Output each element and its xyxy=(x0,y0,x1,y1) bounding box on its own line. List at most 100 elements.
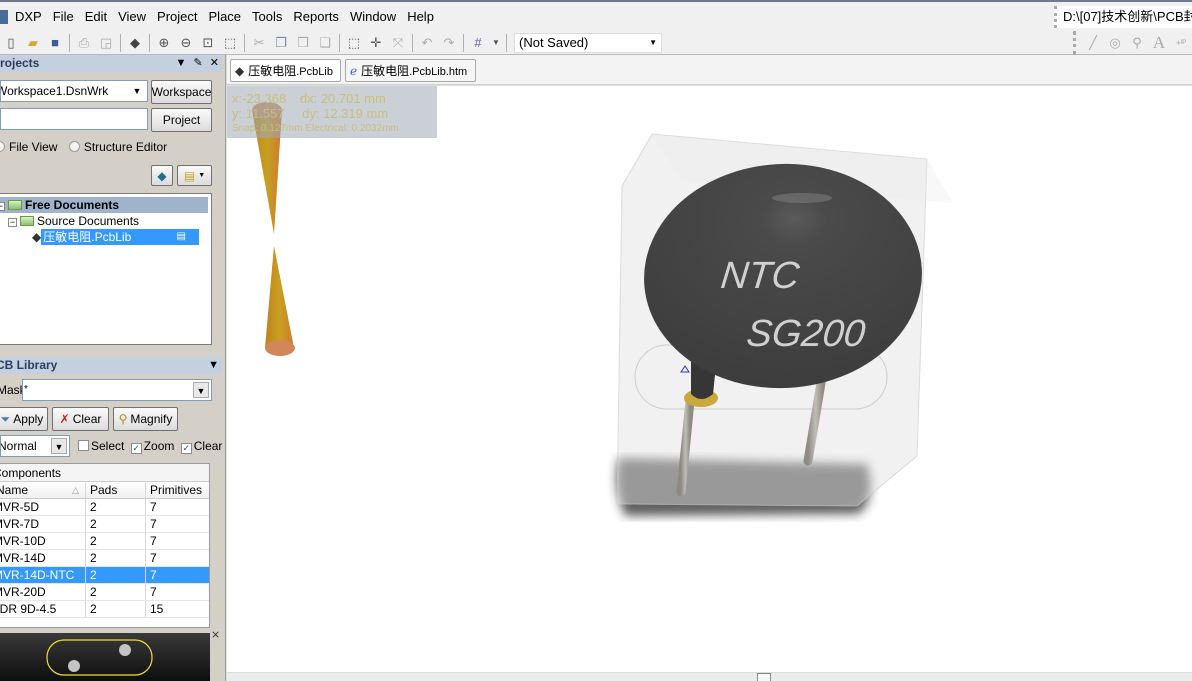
panel-menu-chevron-icon[interactable]: ▼ xyxy=(208,357,219,374)
collapse-icon[interactable]: − xyxy=(0,202,5,211)
mode-select[interactable]: Normal ▼ xyxy=(0,435,70,457)
clear-existing-checkbox[interactable]: ✓Clear Existing xyxy=(180,439,226,454)
option-checkboxes: Select ✓Zoom ✓Clear Existing xyxy=(78,439,226,454)
menu-view[interactable]: View xyxy=(115,9,154,24)
chevron-down-icon: ▼ xyxy=(198,172,206,179)
horizontal-scrollbar[interactable] xyxy=(227,672,1192,681)
coordinate-icon[interactable]: +ᴵᴾ xyxy=(1172,34,1190,52)
document-icon: ▤ xyxy=(176,231,186,242)
component-primitives-cell-text: 7 xyxy=(150,551,157,565)
menu-tools[interactable]: Tools xyxy=(249,9,290,24)
3d-view-icon[interactable]: ◆ xyxy=(126,34,144,52)
component-row[interactable]: MVR-14D 2 7 xyxy=(0,550,209,567)
file-view-radio[interactable]: File View xyxy=(0,140,57,154)
line-icon[interactable]: ╱ xyxy=(1084,34,1102,52)
scrollbar-thumb[interactable] xyxy=(757,673,771,681)
tree-item-pcblib-file[interactable]: ◆ 压敏电阻.PcbLib ▤ xyxy=(32,229,208,245)
workspace-combo[interactable]: Workspace1.DsnWrk ▼ xyxy=(0,80,148,102)
copy-icon[interactable]: ❐ xyxy=(272,34,290,52)
component-row[interactable]: LDR 9D-4.5 2 15 xyxy=(0,601,209,618)
component-row[interactable]: MVR-20D 2 7 xyxy=(0,584,209,601)
component-row[interactable]: MVR-10D 2 7 xyxy=(0,533,209,550)
menu-window[interactable]: Window xyxy=(347,9,404,24)
compile-button[interactable]: ◆ xyxy=(151,165,173,186)
coordinate-row-x: x:-23.368 dx: 20.701 mm xyxy=(232,91,437,106)
component-row[interactable]: MVR-14D-NTC 2 7 xyxy=(0,567,209,584)
zoom-out-icon[interactable]: ⊖ xyxy=(177,34,195,52)
menu-project[interactable]: Project xyxy=(154,9,205,24)
document-path-field[interactable]: D:\[07]技术创新\PCB封装 xyxy=(1054,6,1192,28)
apply-button[interactable]: ⏷ Apply xyxy=(0,407,48,431)
column-header-primitives[interactable]: Primitives xyxy=(146,482,208,498)
document-status-combo[interactable]: (Not Saved) ▼ xyxy=(514,32,662,53)
pcb-library-panel-header: PCB Library ▼ xyxy=(0,357,222,374)
body-label-line1: NTC xyxy=(719,255,802,297)
folder-icon xyxy=(8,200,22,210)
place-toolbar: ╱ ◎ ⚲ A +ᴵᴾ xyxy=(1073,31,1192,55)
move-icon[interactable]: ✛ xyxy=(367,34,385,52)
panel-menu-chevron-icon[interactable]: ▼ xyxy=(176,57,187,69)
collapse-preview-icon[interactable]: ⨯ xyxy=(211,628,220,641)
close-icon[interactable]: ✕ xyxy=(210,57,219,69)
project-field[interactable] xyxy=(0,108,148,130)
rubber-stamp-icon[interactable]: ❏ xyxy=(316,34,334,52)
zoom-in-icon[interactable]: ⊕ xyxy=(155,34,173,52)
print-icon[interactable]: ⎙ xyxy=(75,34,93,52)
magnify-button[interactable]: ⚲ Magnify xyxy=(113,407,178,431)
toolbar-separator xyxy=(244,33,245,52)
cut-icon[interactable]: ✂ xyxy=(250,34,268,52)
column-header-name[interactable]: Name △ xyxy=(0,482,86,498)
document-tabs: ◆ 压敏电阻.PcbLib ℯ 压敏电阻.PcbLib.htm xyxy=(227,55,1192,85)
snap-readout: Snap: 0.127mm Electrical: 0.2032mm xyxy=(232,123,399,134)
toolbar-separator xyxy=(339,33,340,52)
chevron-down-icon: ▼ xyxy=(129,83,145,99)
chevron-down-icon: ▼ xyxy=(649,38,657,47)
clear-button[interactable]: ✗ Clear xyxy=(52,407,109,431)
menu-file[interactable]: File xyxy=(50,9,82,24)
component-primitives-cell-text: 7 xyxy=(150,585,157,599)
footprint-preview-graphic xyxy=(46,639,153,676)
component-row[interactable]: MVR-5D 2 7 xyxy=(0,499,209,516)
undo-icon[interactable]: ↶ xyxy=(418,34,436,52)
component-pads-cell: 2 xyxy=(86,584,146,600)
zoom-area-icon[interactable]: ⬚ xyxy=(221,34,239,52)
project-options-button[interactable]: ▤ ▼ xyxy=(177,165,212,186)
menu-help[interactable]: Help xyxy=(404,9,442,24)
workspace-button[interactable]: Workspace xyxy=(151,80,212,104)
tree-item-source-documents[interactable]: − Source Documents xyxy=(8,213,139,229)
menu-edit[interactable]: Edit xyxy=(82,9,115,24)
pad-2 xyxy=(119,644,131,656)
grid-icon[interactable]: # xyxy=(469,34,487,52)
grid-dropdown-chevron-icon[interactable]: ▼ xyxy=(491,34,501,52)
new-icon[interactable]: ▯ xyxy=(2,34,20,52)
menu-dxp[interactable]: DXP xyxy=(12,9,50,24)
component-row[interactable]: MVR-7D 2 7 xyxy=(0,516,209,533)
menu-place[interactable]: Place xyxy=(206,9,250,24)
column-header-pads[interactable]: Pads xyxy=(86,482,146,498)
cursor-x-value: x:-23.368 xyxy=(232,91,287,106)
dxp-logo-icon xyxy=(0,9,8,24)
redo-icon[interactable]: ↷ xyxy=(440,34,458,52)
structure-editor-radio[interactable]: Structure Editor xyxy=(68,140,167,154)
deselect-icon[interactable]: ⤧ xyxy=(389,34,407,52)
paste-icon[interactable]: ❒ xyxy=(294,34,312,52)
tab-pcblib[interactable]: ◆ 压敏电阻.PcbLib xyxy=(230,59,341,82)
open-icon[interactable]: ▰ xyxy=(24,34,42,52)
print-preview-icon[interactable]: ◲ xyxy=(97,34,115,52)
mask-input[interactable]: * ▼ xyxy=(22,379,212,401)
project-button[interactable]: Project xyxy=(151,108,212,132)
via-icon[interactable]: ⚲ xyxy=(1128,34,1146,52)
pin-icon[interactable]: ✎ xyxy=(194,57,203,69)
select-area-icon[interactable]: ⬚ xyxy=(345,34,363,52)
menu-reports[interactable]: Reports xyxy=(290,9,347,24)
collapse-icon[interactable]: − xyxy=(8,218,17,227)
tab-pcblib-htm[interactable]: ℯ 压敏电阻.PcbLib.htm xyxy=(345,59,476,82)
tree-item-free-documents[interactable]: − Free Documents xyxy=(0,197,208,213)
fit-document-icon[interactable]: ⊡ xyxy=(199,34,217,52)
zoom-checkbox[interactable]: ✓ Zoom xyxy=(130,439,174,454)
pcb-3d-canvas[interactable]: NTC SG200 x:-23.368 dx: 20.701 mm y: 11.… xyxy=(227,86,1192,672)
text-icon[interactable]: A xyxy=(1150,33,1168,52)
select-checkbox[interactable]: Select xyxy=(78,439,124,453)
pad-icon[interactable]: ◎ xyxy=(1106,34,1124,52)
save-icon[interactable]: ■ xyxy=(46,34,64,52)
